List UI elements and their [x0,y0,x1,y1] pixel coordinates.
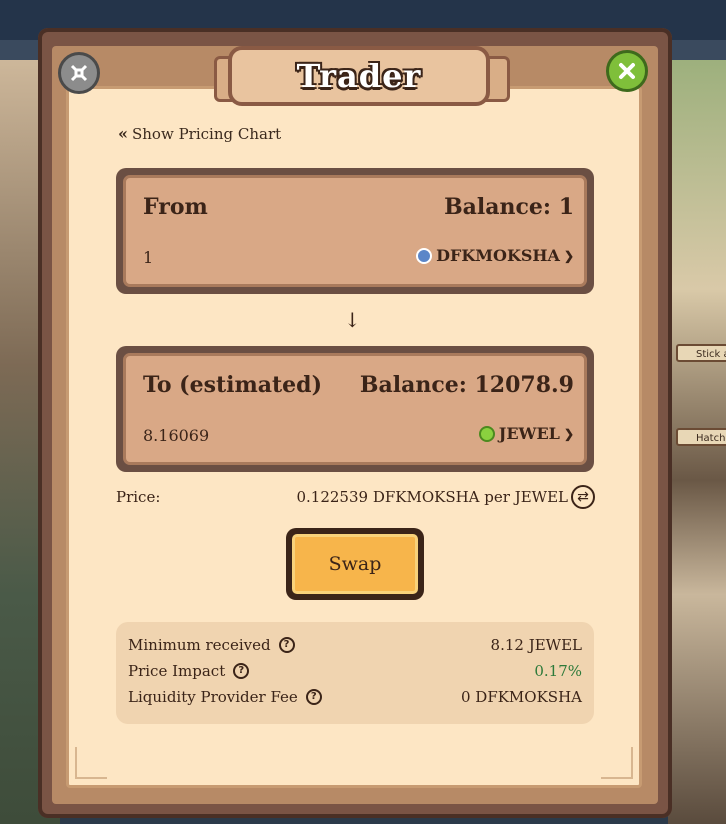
close-button[interactable] [606,50,648,92]
from-balance: Balance: 1 [444,194,574,220]
stat-row: Price Impact ? 0.17% [128,658,582,684]
chevron-down-icon: ❯ [563,248,574,263]
window-title: Trader [296,57,422,95]
panel-ornament [601,747,633,779]
lp-fee-label: Liquidity Provider Fee [128,688,298,706]
title-plaque: Trader [228,46,490,106]
question-icon[interactable]: ? [278,637,295,653]
settings-icon [70,64,88,82]
close-icon [619,63,635,79]
price-impact-label: Price Impact [128,662,226,680]
min-received-value: 8.12 JEWEL [490,636,582,654]
price-value: 0.122539 DFKMOKSHA per JEWEL [296,488,568,506]
arrow-down-icon: ↓ [344,308,361,332]
panel-ornament [75,747,107,779]
from-amount-input[interactable] [143,248,323,267]
from-label: From [143,194,208,220]
question-icon[interactable]: ? [233,663,250,679]
background-sign-hatchery: Hatche [676,428,726,446]
settings-button[interactable] [58,52,100,94]
from-token-label: DFKMOKSHA [436,246,560,265]
swap-details: Minimum received ? 8.12 JEWEL Price Impa… [116,622,594,724]
to-box: To (estimated) Balance: 12078.9 JEWEL ❯ [116,346,594,472]
to-label: To (estimated) [143,372,322,398]
to-amount-input[interactable] [143,426,323,445]
to-balance: Balance: 12078.9 [359,372,574,398]
question-icon[interactable]: ? [305,689,322,705]
background-sign-stick: Stick a [676,344,726,362]
min-received-label: Minimum received [128,636,271,654]
swap-button[interactable]: Swap [286,528,424,600]
double-chevron-left-icon: « [118,124,128,143]
price-impact-value: 0.17% [534,662,582,680]
stat-row: Liquidity Provider Fee ? 0 DFKMOKSHA [128,684,582,710]
show-pricing-chart-label: Show Pricing Chart [132,124,282,143]
lp-fee-value: 0 DFKMOKSHA [460,688,582,706]
price-label: Price: [116,488,161,506]
show-pricing-chart-link[interactable]: « Show Pricing Chart [118,124,281,143]
to-token-select[interactable]: JEWEL ❯ [478,424,574,443]
swap-label: Swap [328,553,382,575]
refresh-price-button[interactable]: ⇄ [571,485,595,509]
from-token-select[interactable]: DFKMOKSHA ❯ [416,246,574,265]
stat-row: Minimum received ? 8.12 JEWEL [128,632,582,658]
dfkmoksha-token-icon [416,247,433,264]
from-box: From Balance: 1 DFKMOKSHA ❯ [116,168,594,294]
refresh-icon: ⇄ [577,489,589,505]
jewel-token-icon [478,425,495,442]
chevron-down-icon: ❯ [563,426,574,441]
to-token-label: JEWEL [498,424,560,443]
